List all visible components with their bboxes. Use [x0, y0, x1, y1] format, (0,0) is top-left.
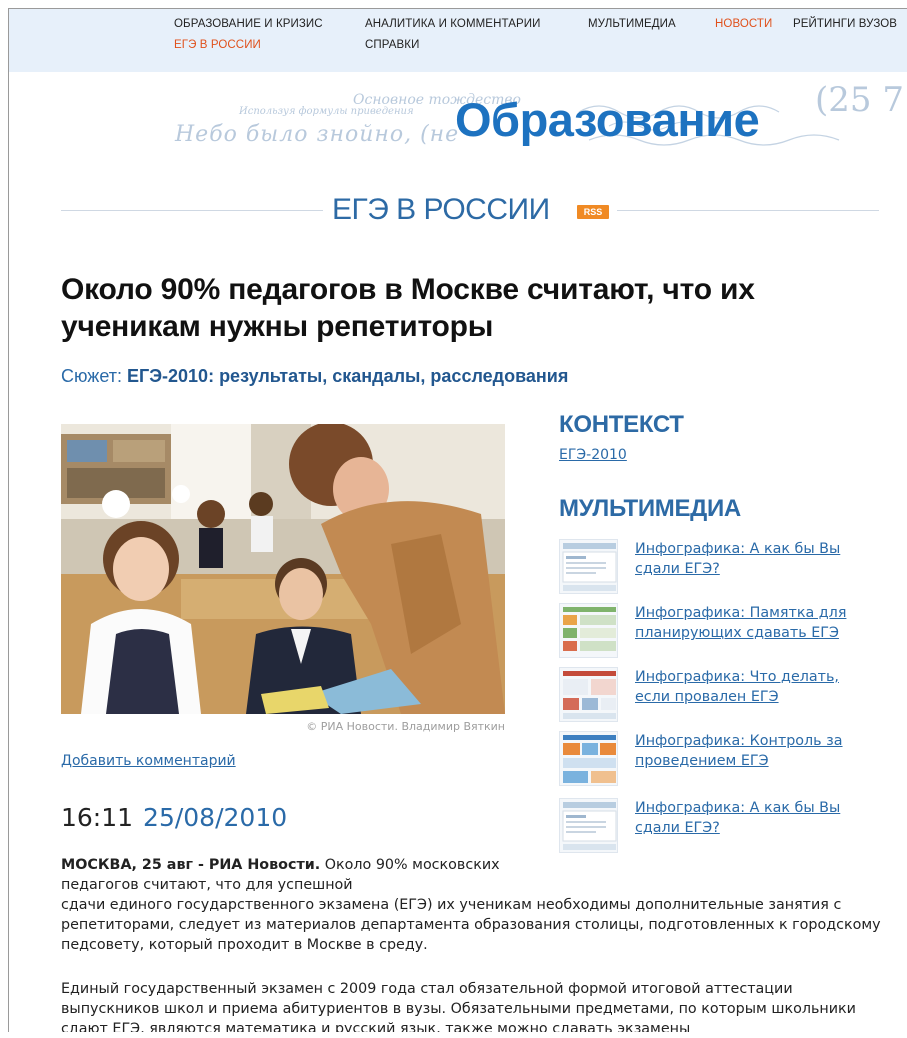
- section-divider-left: [61, 210, 323, 211]
- site-header: Основное тождество Используя формулы при…: [9, 72, 907, 182]
- article-date: 25/08/2010: [143, 803, 288, 832]
- nav-news[interactable]: НОВОСТИ: [715, 18, 772, 30]
- multimedia-title[interactable]: Инфографика: А как бы Вы сдали ЕГЭ?: [635, 798, 875, 838]
- story-prefix: Сюжет:: [61, 366, 122, 386]
- multimedia-item[interactable]: Инфографика: Что делать, если провален Е…: [559, 667, 889, 727]
- section-divider-right: [617, 210, 879, 211]
- article-paragraph-1: сдачи единого государственного экзамена …: [61, 897, 881, 953]
- multimedia-item[interactable]: Инфографика: Контроль за проведением ЕГЭ: [559, 731, 889, 791]
- add-comment-link[interactable]: Добавить комментарий: [61, 753, 236, 769]
- multimedia-title[interactable]: Инфографика: Памятка для планирующих сда…: [635, 603, 875, 643]
- article-photo: [61, 424, 505, 714]
- article-lead: МОСКВА, 25 авг - РИА Новости. Около 90% …: [61, 855, 511, 895]
- multimedia-title[interactable]: Инфографика: А как бы Вы сдали ЕГЭ?: [635, 539, 875, 579]
- rss-icon[interactable]: RSS: [577, 205, 609, 219]
- photo-credit: © РИА Новости. Владимир Вяткин: [306, 720, 505, 733]
- multimedia-item[interactable]: Инфографика: А как бы Вы сдали ЕГЭ?: [559, 539, 889, 599]
- nav-ege-russia[interactable]: ЕГЭ В РОССИИ: [174, 39, 261, 51]
- infographic-thumbnail: [559, 667, 618, 722]
- context-link[interactable]: ЕГЭ-2010: [559, 447, 627, 463]
- infographic-thumbnail: [559, 731, 618, 786]
- infographic-thumbnail: [559, 798, 618, 853]
- article-dateline: МОСКВА, 25 авг - РИА Новости.: [61, 857, 321, 873]
- handwriting-line-3: Используя формулы приведения: [239, 106, 414, 117]
- multimedia-title[interactable]: Инфографика: Что делать, если провален Е…: [635, 667, 875, 707]
- nav-references[interactable]: СПРАВКИ: [365, 39, 419, 51]
- article-headline: Около 90% педагогов в Москве считают, чт…: [61, 273, 755, 343]
- context-heading: КОНТЕКСТ: [559, 411, 684, 438]
- story-link[interactable]: ЕГЭ-2010: результаты, скандалы, расследо…: [127, 366, 568, 386]
- multimedia-item[interactable]: Инфографика: А как бы Вы сдали ЕГЭ?: [559, 798, 889, 858]
- article-time: 16:11: [61, 803, 134, 832]
- story-line: Сюжет: ЕГЭ-2010: результаты, скандалы, р…: [61, 366, 568, 387]
- multimedia-heading: МУЛЬТИМЕДИА: [559, 495, 741, 522]
- top-navigation: ОБРАЗОВАНИЕ И КРИЗИС АНАЛИТИКА И КОММЕНТ…: [9, 9, 907, 72]
- article-datetime: 16:11 25/08/2010: [61, 803, 287, 832]
- page-frame: ОБРАЗОВАНИЕ И КРИЗИС АНАЛИТИКА И КОММЕНТ…: [8, 8, 907, 1032]
- nav-university-ratings[interactable]: РЕЙТИНГИ ВУЗОВ: [793, 18, 897, 30]
- article-paragraph-2: Единый государственный экзамен с 2009 го…: [61, 981, 856, 1032]
- nav-analytics[interactable]: АНАЛИТИКА И КОММЕНТАРИИ: [365, 18, 541, 30]
- nav-education-crisis[interactable]: ОБРАЗОВАНИЕ И КРИЗИС: [174, 18, 323, 30]
- infographic-thumbnail: [559, 603, 618, 658]
- handwriting-line-2: Небо было знойно, (не: [175, 122, 460, 147]
- multimedia-item[interactable]: Инфографика: Памятка для планирующих сда…: [559, 603, 889, 663]
- nav-multimedia[interactable]: МУЛЬТИМЕДИА: [588, 18, 676, 30]
- section-title[interactable]: ЕГЭ В РОССИИ: [332, 193, 550, 227]
- multimedia-title[interactable]: Инфографика: Контроль за проведением ЕГЭ: [635, 731, 875, 771]
- infographic-thumbnail: [559, 539, 618, 594]
- site-logo[interactable]: Образование: [455, 92, 760, 147]
